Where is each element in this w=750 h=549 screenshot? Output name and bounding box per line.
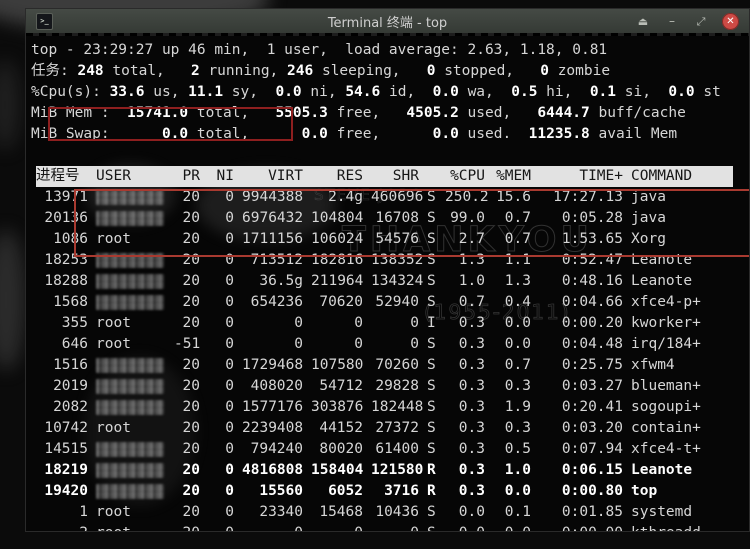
process-row-20136: 20136200697643210480416708S99.00.70:05.2… [36, 208, 733, 229]
maximize-button[interactable]: ⤢ [693, 13, 709, 30]
column-header-cpu: %CPU [445, 166, 485, 187]
process-row-2082: 20822001577176303876182448S0.31.90:20.41… [36, 397, 733, 418]
process-row-1568: 15682006542367062052940S0.70.40:04.66xfc… [36, 292, 733, 313]
process-row-2019: 20192004080205471229828S0.30.30:03.27blu… [36, 376, 733, 397]
column-header-mem: %MEM [493, 166, 531, 187]
column-header-s [427, 166, 437, 187]
summary-line: MiB Mem : 15741.0 total, 5505.3 free, 45… [31, 103, 731, 124]
column-header-user: USER [96, 166, 166, 187]
censored-username [96, 379, 164, 394]
process-row-646: 646root-510000S0.30.00:04.48irq/184+ [36, 334, 733, 355]
censored-username [96, 400, 164, 415]
close-button[interactable]: ✕ [722, 13, 739, 30]
column-header-shr: SHR [371, 166, 419, 187]
wallpaper-texture [0, 230, 26, 370]
minimize-button[interactable]: – [664, 13, 680, 30]
column-header-time: TIME+ [539, 166, 623, 187]
process-table: 进程号 USER PR NI VIRT RES SHR %CPU %MEM TIME+ COMMAN… [36, 166, 733, 531]
censored-username [96, 190, 164, 205]
column-header-res: RES [311, 166, 363, 187]
process-row-13971: 1397120099443882.4g460696S250.215.617:27… [36, 187, 733, 208]
column-header-cmd: COMMAND [631, 166, 733, 187]
process-row-1: 1root200233401546810436S0.00.10:01.85sys… [36, 502, 733, 523]
column-header-pid: 进程号 [36, 166, 88, 187]
censored-username [96, 463, 164, 478]
process-row-18219: 182192004816808158404121580R0.31.00:06.1… [36, 460, 733, 481]
top-summary: top - 23:29:27 up 46 min, 1 user, load a… [31, 40, 731, 145]
censored-username [96, 484, 164, 499]
column-header-pr: PR [174, 166, 200, 187]
wallpaper-texture [0, 60, 20, 150]
desktop: >_ Terminal 终端 - top ⏏ – ⤢ ✕ STEVE JOBS … [0, 0, 750, 549]
censored-username [96, 442, 164, 457]
summary-line: %Cpu(s): 33.6 us, 11.1 sy, 0.0 ni, 54.6 … [31, 82, 731, 103]
process-row-14515: 145152007942408002061400S0.30.50:07.94xf… [36, 439, 733, 460]
top-output: top - 23:29:27 up 46 min, 1 user, load a… [31, 40, 731, 145]
terminal-content[interactable]: STEVE JOBS THANKYOU (1955-2011) top - 23… [26, 36, 749, 531]
shade-button[interactable]: ⏏ [635, 13, 651, 30]
censored-username [96, 274, 164, 289]
window-controls: ⏏ – ⤢ ✕ [635, 13, 739, 30]
terminal-icon-glyph: >_ [40, 18, 48, 25]
censored-username [96, 253, 164, 268]
summary-line: top - 23:29:27 up 46 min, 1 user, load a… [31, 40, 731, 61]
process-row-18253: 18253200713512182816138352S1.31.10:52.47… [36, 250, 733, 271]
summary-line: 任务: 248 total, 2 running, 246 sleeping, … [31, 61, 731, 82]
summary-line: MiB Swap: 0.0 total, 0.0 free, 0.0 used.… [31, 124, 731, 145]
process-row-19420: 194202001556060523716R0.30.00:00.80top [36, 481, 733, 502]
terminal-icon: >_ [36, 13, 53, 30]
column-header-virt: VIRT [242, 166, 303, 187]
censored-username [96, 211, 164, 226]
process-row-10742: 10742root20022394084415227372S0.30.30:03… [36, 418, 733, 439]
process-row-1516: 1516200172946810758070260S0.30.70:25.75x… [36, 355, 733, 376]
censored-username [96, 295, 164, 310]
process-table-header: 进程号 USER PR NI VIRT RES SHR %CPU %MEM TIME+ COMMAN… [36, 166, 733, 187]
process-row-1086: 1086root200171115610602454576S2.70.71:53… [36, 229, 733, 250]
process-row-18288: 1828820036.5g211964134324S1.01.30:48.16L… [36, 271, 733, 292]
process-row-2: 2root200000S0.00.00:00.00kthreadd [36, 523, 733, 531]
column-header-ni: NI [208, 166, 234, 187]
process-row-355: 355root200000I0.30.00:00.20kworker+ [36, 313, 733, 334]
titlebar[interactable]: >_ Terminal 终端 - top ⏏ – ⤢ ✕ [26, 9, 749, 33]
censored-username [96, 358, 164, 373]
terminal-window: >_ Terminal 终端 - top ⏏ – ⤢ ✕ STEVE JOBS … [25, 8, 750, 532]
